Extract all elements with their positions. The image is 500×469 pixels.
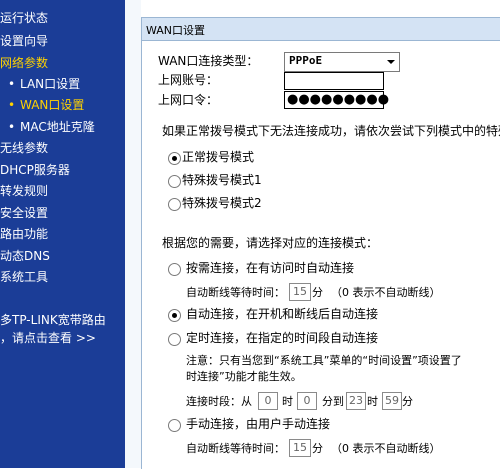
to-hour-input[interactable]: 23 (346, 392, 366, 410)
sidebar-item-security[interactable]: 安全设置 (0, 205, 48, 221)
promo-link[interactable]: ，请点击查看 >> (0, 330, 96, 346)
from-hour-unit: 时 (282, 395, 293, 408)
bullet-icon: • (8, 120, 16, 134)
password-mask: ●●●●●●●●● (287, 92, 390, 107)
min-to-label: 分到 (322, 395, 344, 408)
password-input[interactable]: ●●●●●●●●● (284, 91, 389, 109)
on-demand-label: 按需连接，在有访问时自动连接 (186, 261, 355, 275)
on-demand-idle-unit: 分 (312, 286, 323, 299)
to-min-input[interactable]: 59 (382, 392, 402, 410)
sidebar-item-forwarding[interactable]: 转发规则 (0, 183, 48, 199)
account-input[interactable] (284, 72, 384, 90)
dial-mode-normal-radio[interactable] (168, 152, 181, 165)
dial-mode-special2-label: 特殊拨号模式2 (182, 196, 262, 210)
bullet-icon: • (8, 98, 16, 112)
panel-title: WAN口设置 (146, 24, 206, 37)
sidebar-item-lan[interactable]: • LAN口设置 (8, 76, 80, 92)
timed-connect-label: 定时连接，在指定的时间段自动连接 (186, 331, 379, 345)
sidebar-item-routing[interactable]: 路由功能 (0, 226, 48, 242)
wan-type-label: WAN口连接类型： (158, 54, 259, 68)
on-demand-idle-input[interactable]: 15 (289, 283, 311, 301)
from-min-input[interactable]: 0 (297, 392, 317, 410)
dial-mode-special2-radio[interactable] (168, 198, 181, 211)
wan-type-select[interactable]: PPPoE (284, 52, 400, 72)
manual-idle-input[interactable]: 15 (289, 439, 311, 457)
on-demand-idle-note: （0 表示不自动断线） (331, 286, 441, 299)
wan-type-value: PPPoE (289, 54, 323, 67)
bullet-icon: • (8, 77, 16, 91)
connect-mode-hint: 根据您的需要，请选择对应的连接模式： (162, 236, 379, 250)
on-demand-radio[interactable] (168, 263, 181, 276)
sidebar-item-wizard[interactable]: 设置向导 (0, 33, 48, 49)
manual-connect-label: 手动连接，由用户手动连接 (186, 417, 331, 431)
auto-connect-radio[interactable] (168, 309, 181, 322)
manual-idle-label: 自动断线等待时间： (186, 442, 285, 455)
sidebar-item-wan[interactable]: • WAN口设置 (8, 97, 84, 113)
on-demand-idle-label: 自动断线等待时间： (186, 286, 285, 299)
auto-connect-label: 自动连接，在开机和断线后自动连接 (186, 307, 379, 321)
dial-mode-normal-label: 正常拨号模式 (182, 150, 255, 164)
dial-mode-special1-label: 特殊拨号模式1 (182, 173, 262, 187)
to-hour-unit: 时 (367, 395, 378, 408)
sidebar-item-network[interactable]: 网络参数 (0, 55, 48, 71)
panel-title-bar: WAN口设置 (142, 18, 500, 41)
password-label: 上网口令： (158, 93, 219, 107)
timed-note-line2: 时连接”功能才能生效。 (186, 370, 302, 383)
from-hour-input[interactable]: 0 (258, 392, 278, 410)
chevron-down-icon (387, 60, 395, 64)
sidebar-item-dhcp[interactable]: DHCP服务器 (0, 162, 70, 178)
manual-connect-radio[interactable] (168, 419, 181, 432)
timed-connect-radio[interactable] (168, 333, 181, 346)
sidebar-item-system-tools[interactable]: 系统工具 (0, 269, 48, 285)
timed-note-line1: 注意：只有当您到“系统工具”菜单的“时间设置”项设置了 (186, 354, 462, 367)
period-label: 连接时段：从 (186, 395, 252, 408)
gutter (125, 0, 141, 468)
wan-settings-panel: WAN口设置 WAN口连接类型： PPPoE 上网账号： 上网口令： ●●●●●… (141, 17, 500, 469)
promo-text: 多TP-LINK宽带路由 (0, 313, 106, 327)
dial-mode-special1-radio[interactable] (168, 175, 181, 188)
sidebar-item-status[interactable]: 运行状态 (0, 10, 48, 26)
sidebar-item-mac-clone[interactable]: • MAC地址克隆 (8, 119, 95, 135)
to-min-unit: 分 (402, 395, 413, 408)
account-label: 上网账号： (158, 73, 219, 87)
manual-idle-note: （0 表示不自动断线） (331, 442, 441, 455)
manual-idle-unit: 分 (312, 442, 323, 455)
sidebar: 运行状态 设置向导 网络参数 • LAN口设置 • WAN口设置 • MAC地址克隆 … (0, 0, 125, 468)
sidebar-item-ddns[interactable]: 动态DNS (0, 248, 50, 264)
sidebar-item-wireless[interactable]: 无线参数 (0, 140, 48, 156)
fail-hint: 如果正常拨号模式下无法连接成功，请依次尝试下列模式中的特殊 (162, 124, 500, 138)
